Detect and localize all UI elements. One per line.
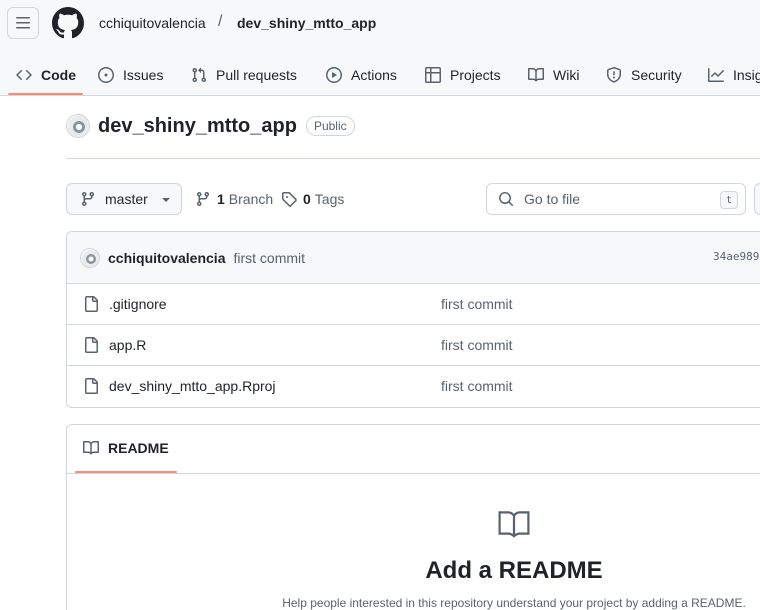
owner-avatar[interactable]	[66, 114, 90, 138]
go-to-file-placeholder: Go to file	[524, 191, 581, 207]
tags-link[interactable]: 0 Tags	[281, 183, 344, 215]
file-row[interactable]: dev_shiny_mtto_app.Rproj first commit	[67, 366, 760, 407]
file-name[interactable]: dev_shiny_mtto_app.Rproj	[109, 378, 276, 394]
readme-body	[67, 474, 760, 610]
tag-count: 0	[303, 191, 311, 207]
go-to-file-input[interactable]: Go to file t	[486, 183, 746, 215]
commit-sha[interactable]: 34ae989	[713, 250, 759, 263]
divider	[66, 158, 760, 159]
tab-label: Issues	[123, 67, 164, 83]
tab-insights[interactable]: Insights	[708, 54, 760, 96]
breadcrumb-owner[interactable]: cchiquitovalencia	[99, 15, 206, 31]
branches-link[interactable]: 1 Branch	[195, 183, 273, 215]
table-icon	[425, 67, 441, 83]
file-commit-message[interactable]: first commit	[441, 337, 513, 353]
tab-code[interactable]: Code	[16, 54, 76, 96]
tab-projects[interactable]: Projects	[425, 54, 501, 96]
readme-tab-indicator	[75, 471, 177, 473]
tab-label: Actions	[351, 67, 397, 83]
hamburger-icon	[16, 17, 30, 29]
file-name[interactable]: app.R	[109, 337, 146, 353]
branch-count: 1	[217, 191, 225, 207]
file-icon	[85, 378, 98, 394]
git-pull-request-icon	[191, 67, 207, 83]
tab-security[interactable]: Security	[606, 54, 682, 96]
active-tab-indicator	[8, 93, 83, 95]
readme-empty-description: Help people interested in this repositor…	[282, 596, 746, 610]
tab-wiki[interactable]: Wiki	[528, 54, 579, 96]
readme-header: README	[67, 425, 760, 474]
file-browser: cchiquitovalencia first commit 34ae989 .…	[66, 231, 760, 408]
repo-name[interactable]: dev_shiny_mtto_app	[98, 115, 297, 138]
file-row[interactable]: app.R first commit	[67, 325, 760, 366]
branch-name: master	[105, 191, 148, 207]
readme-tab-label: README	[108, 440, 169, 456]
search-icon	[499, 192, 514, 207]
repo-title: dev_shiny_mtto_app Public	[66, 112, 355, 140]
file-icon	[85, 296, 98, 312]
file-row[interactable]: .gitignore first commit	[67, 284, 760, 325]
book-icon	[83, 440, 99, 456]
code-dropdown-button[interactable]	[754, 183, 760, 215]
book-icon	[528, 67, 544, 83]
play-icon	[326, 67, 342, 83]
shield-icon	[606, 67, 622, 83]
menu-button[interactable]	[7, 7, 39, 39]
graph-icon	[708, 67, 724, 83]
file-commit-message[interactable]: first commit	[441, 378, 513, 394]
repo-header: cchiquitovalencia / dev_shiny_mtto_app C…	[0, 0, 760, 96]
tag-label: Tags	[314, 191, 345, 207]
file-name[interactable]: .gitignore	[109, 296, 167, 312]
tab-label: Security	[631, 67, 682, 83]
tab-label: Insights	[733, 67, 760, 83]
code-icon	[16, 67, 32, 83]
latest-commit-row: cchiquitovalencia first commit 34ae989	[67, 232, 760, 284]
tab-label: Code	[41, 67, 76, 83]
branch-selector-button[interactable]: master	[66, 183, 182, 215]
breadcrumb-repo[interactable]: dev_shiny_mtto_app	[237, 15, 376, 31]
tab-label: Pull requests	[216, 67, 297, 83]
triangle-down-icon	[162, 198, 170, 202]
git-branch-icon	[81, 192, 94, 207]
tab-label: Wiki	[553, 67, 580, 83]
git-branch-icon	[196, 192, 209, 207]
file-icon	[85, 337, 98, 353]
issue-opened-icon	[98, 67, 114, 83]
branch-label: Branch	[228, 191, 274, 207]
tab-issues[interactable]: Issues	[98, 54, 163, 96]
commit-message[interactable]: first commit	[233, 250, 305, 266]
visibility-badge: Public	[305, 116, 355, 136]
book-icon	[498, 511, 530, 538]
github-logo-icon[interactable]	[52, 7, 84, 39]
keyboard-shortcut-hint: t	[720, 191, 738, 209]
author-avatar[interactable]	[80, 247, 100, 268]
readme-empty-title: Add a README	[425, 557, 603, 584]
tab-label: Projects	[450, 67, 501, 83]
tab-actions[interactable]: Actions	[326, 54, 397, 96]
file-commit-message[interactable]: first commit	[441, 296, 513, 312]
repo-nav-tabs: Code Issues Pull requests Actions Projec…	[0, 54, 760, 96]
breadcrumb-separator: /	[218, 13, 223, 30]
readme-tab[interactable]: README	[83, 440, 169, 456]
tag-icon	[282, 192, 297, 207]
commit-author[interactable]: cchiquitovalencia	[108, 250, 225, 266]
tab-pull-requests[interactable]: Pull requests	[191, 54, 297, 96]
